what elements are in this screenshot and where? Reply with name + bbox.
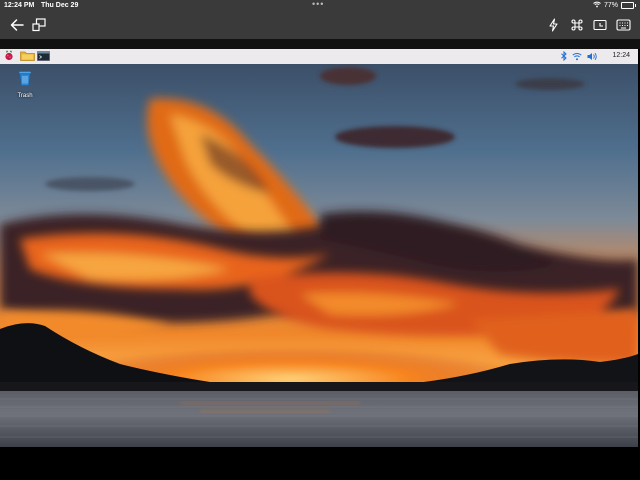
- battery-icon: [621, 2, 636, 9]
- screenshot-icon: [593, 19, 607, 32]
- battery-percent: 77%: [603, 2, 618, 9]
- multitask-dots[interactable]: •••: [312, 0, 324, 9]
- lightning-button[interactable]: [545, 16, 561, 34]
- keyboard-icon: [615, 19, 631, 31]
- status-time: 12:24 PM: [4, 2, 35, 9]
- status-right-group: 77%: [593, 1, 636, 10]
- sunset-wallpaper: [0, 64, 638, 447]
- trash-desktop-icon[interactable]: Trash: [14, 69, 36, 99]
- panel-clock[interactable]: 12:24: [612, 52, 630, 59]
- wifi-status-icon: [593, 1, 601, 10]
- raspberry-menu-button[interactable]: [3, 50, 15, 62]
- back-button[interactable]: [8, 16, 26, 34]
- screens-button[interactable]: [31, 16, 47, 34]
- screens-icon: [32, 18, 46, 32]
- keyboard-button[interactable]: [614, 16, 632, 34]
- command-key-button[interactable]: [568, 16, 586, 34]
- system-tray: [561, 50, 598, 62]
- lightning-icon: [548, 18, 559, 32]
- app-toolbar: [0, 12, 640, 39]
- terminal-button[interactable]: [36, 50, 50, 62]
- file-manager-button[interactable]: [19, 51, 35, 62]
- status-date: Thu Dec 29: [41, 2, 79, 9]
- command-key-icon: [570, 18, 584, 32]
- toolbar-separator: [0, 39, 640, 49]
- back-arrow-icon: [9, 18, 25, 32]
- desktop-panel: 12:24: [0, 49, 638, 65]
- remote-desktop[interactable]: 12:24 Trash: [0, 49, 638, 447]
- bottom-letterbox: [0, 447, 640, 480]
- ios-status-bar: 12:24 PM Thu Dec 29 ••• 77%: [0, 0, 640, 12]
- screenshot-button[interactable]: [592, 16, 608, 34]
- trash-bin-icon: [16, 71, 34, 91]
- trash-label: Trash: [17, 93, 33, 99]
